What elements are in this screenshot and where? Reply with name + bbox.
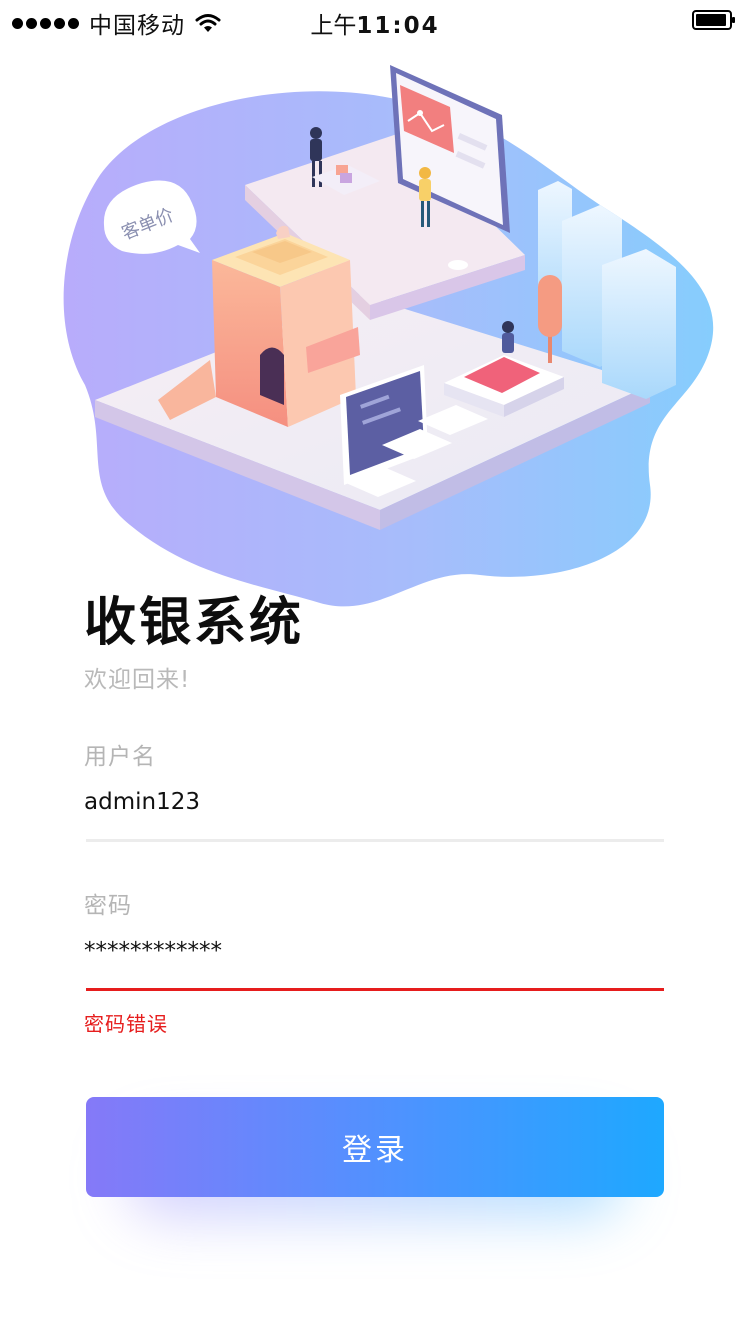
username-label: 用户名 <box>84 744 156 770</box>
welcome-subtitle: 欢迎回来! <box>84 667 191 693</box>
password-underline <box>86 988 664 991</box>
login-button[interactable]: 登录 <box>86 1097 664 1197</box>
password-input[interactable] <box>84 925 662 977</box>
page-title: 收银系统 <box>84 593 305 653</box>
status-bar: 中国移动 上午11:04 <box>0 0 750 40</box>
username-input[interactable] <box>84 776 662 828</box>
battery-icon <box>692 10 735 30</box>
login-button-container: 登录 <box>86 1097 664 1217</box>
cashier-illustration: 客单价 <box>63 65 714 607</box>
username-underline <box>86 839 664 842</box>
password-error-message: 密码错误 <box>84 1012 168 1036</box>
password-label: 密码 <box>84 893 132 919</box>
clock: 上午11:04 <box>310 13 440 39</box>
